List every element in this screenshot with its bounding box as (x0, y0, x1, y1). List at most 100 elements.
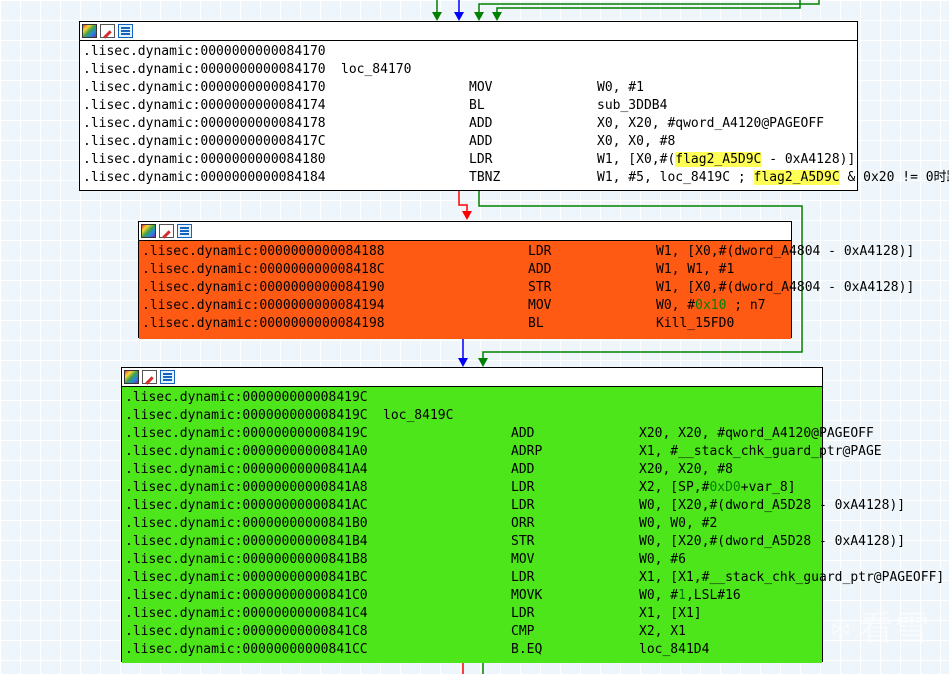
line-mnemonic: LDR (528, 244, 552, 259)
code-block-8419C[interactable]: .lisec.dynamic:000000000008419C .lisec.dy… (121, 367, 944, 663)
color-palette-icon[interactable] (141, 224, 156, 238)
line-operands: X1, [X1,#__stack_chk_guard_ptr@PAGEOFF] (639, 570, 945, 585)
line-mnemonic: MOVK (511, 588, 543, 603)
line-mnemonic: STR (511, 534, 535, 549)
code-line[interactable]: .lisec.dynamic:00000000000841A4 ADD X20, X… (125, 461, 822, 479)
line-operands: X0, X20, #qword_A4120@PAGEOFF (597, 116, 824, 131)
line-address: .lisec.dynamic:00000000000841B4 (125, 534, 368, 549)
code-line[interactable]: .lisec.dynamic:000000000008419C loc_8419C (125, 407, 822, 425)
graph-view-icon[interactable] (177, 224, 192, 238)
code-line[interactable]: .lisec.dynamic:0000000000084184 TBNZ W1, #… (83, 169, 949, 187)
line-mnemonic: LDR (511, 570, 535, 585)
line-operands: W0, #1 (597, 80, 644, 95)
line-label: loc_8419C (383, 408, 454, 423)
code-block-84170[interactable]: .lisec.dynamic:0000000000084170 .lisec.dy… (79, 21, 949, 191)
line-mnemonic: ADD (511, 462, 535, 477)
edit-node-icon[interactable] (142, 370, 157, 384)
node-header (139, 222, 791, 241)
line-operands: sub_3DDB4 (597, 98, 668, 113)
line-label: loc_84170 (341, 62, 412, 77)
code-line[interactable]: .lisec.dynamic:0000000000084194 MOV W0, #0… (142, 297, 791, 315)
line-address: .lisec.dynamic:0000000000084194 (142, 298, 385, 313)
line-address: .lisec.dynamic:00000000000841A0 (125, 444, 368, 459)
line-operands: W0, #6 (639, 552, 686, 567)
line-mnemonic: ADRP (511, 444, 543, 459)
node-header (80, 22, 857, 41)
line-operands: X2, [SP,#0xD0+var_8] (639, 480, 796, 495)
code-line[interactable]: .lisec.dynamic:00000000000841B4 STR W0, [X… (125, 533, 905, 551)
code-line[interactable]: .lisec.dynamic:00000000000841BC LDR X1, [X… (125, 569, 944, 587)
edge-incoming-green-3 (496, 0, 801, 16)
line-mnemonic: MOV (511, 552, 535, 567)
code-line[interactable]: .lisec.dynamic:000000000008419C (125, 389, 822, 407)
graph-view-icon[interactable] (160, 370, 175, 384)
line-mnemonic: STR (528, 280, 552, 295)
code-line[interactable]: .lisec.dynamic:0000000000084170 loc_84170 (83, 61, 857, 79)
node-body: .lisec.dynamic:0000000000084188 LDR W1, [X… (139, 241, 914, 339)
edge-arrowhead (454, 12, 464, 21)
line-operands: W0, [X20,#(dword_A5D28 - 0xA4128)] (639, 498, 906, 513)
edge-arrowhead (478, 358, 488, 367)
code-line[interactable]: .lisec.dynamic:0000000000084180 LDR W1, [X… (83, 151, 857, 169)
line-mnemonic: ADD (469, 116, 493, 131)
line-operands: X1, [X1] (639, 606, 702, 621)
code-line[interactable]: .lisec.dynamic:00000000000841A8 LDR X2, [S… (125, 479, 822, 497)
edge-arrowhead (458, 358, 468, 367)
edit-node-icon[interactable] (159, 224, 174, 238)
line-address: .lisec.dynamic:0000000000084170 (83, 44, 326, 59)
line-mnemonic: TBNZ (469, 170, 501, 185)
code-line[interactable]: .lisec.dynamic:00000000000841C8 CMP X2, X1 (125, 623, 822, 641)
watermark: ❄ 看雪 (828, 601, 931, 650)
line-address: .lisec.dynamic:00000000000841CC (125, 642, 368, 657)
line-mnemonic: LDR (511, 606, 535, 621)
code-line[interactable]: .lisec.dynamic:000000000008419C ADD X20, X… (125, 425, 874, 443)
code-line[interactable]: .lisec.dynamic:000000000008418C ADD W1, W1… (142, 261, 791, 279)
code-line[interactable]: .lisec.dynamic:0000000000084188 LDR W1, [X… (142, 243, 914, 261)
line-address: .lisec.dynamic:000000000008419C (125, 408, 368, 423)
line-mnemonic: MOV (469, 80, 493, 95)
line-address: .lisec.dynamic:0000000000084188 (142, 244, 385, 259)
color-palette-icon[interactable] (82, 24, 97, 38)
code-line[interactable]: .lisec.dynamic:00000000000841A0 ADRP X1, #… (125, 443, 882, 461)
watermark-text: 看雪 (859, 609, 931, 649)
code-line[interactable]: .lisec.dynamic:00000000000841B0 ORR W0, W0… (125, 515, 822, 533)
line-address: .lisec.dynamic:00000000000841C4 (125, 606, 368, 621)
edit-node-icon[interactable] (100, 24, 115, 38)
code-line[interactable]: .lisec.dynamic:00000000000841AC LDR W0, [X… (125, 497, 905, 515)
line-operands: W1, W1, #1 (656, 262, 735, 277)
code-line[interactable]: .lisec.dynamic:00000000000841C0 MOVK W0, #… (125, 587, 822, 605)
line-operands: W1, [X0,#(dword_A4804 - 0xA4128)] (656, 280, 915, 295)
node-body: .lisec.dynamic:000000000008419C .lisec.dy… (122, 387, 944, 663)
code-line[interactable]: .lisec.dynamic:00000000000841C4 LDR X1, [X… (125, 605, 822, 623)
line-operands: loc_841D4 (639, 642, 710, 657)
code-line[interactable]: .lisec.dynamic:0000000000084174 BL sub_3DD… (83, 97, 857, 115)
code-line[interactable]: .lisec.dynamic:0000000000084190 STR W1, [X… (142, 279, 914, 297)
line-address: .lisec.dynamic:0000000000084180 (83, 152, 326, 167)
line-address: .lisec.dynamic:00000000000841A4 (125, 462, 368, 477)
code-line[interactable]: .lisec.dynamic:00000000000841CC B.EQ loc_8… (125, 641, 822, 659)
line-mnemonic: ORR (511, 516, 535, 531)
line-operands: W0, W0, #2 (639, 516, 718, 531)
graph-view-icon[interactable] (118, 24, 133, 38)
line-address: .lisec.dynamic:000000000008417C (83, 134, 326, 149)
edge-arrowhead (462, 211, 472, 220)
snowflake-logo-icon: ❄ (827, 613, 855, 648)
code-line[interactable]: .lisec.dynamic:0000000000084178 ADD X0, X2… (83, 115, 857, 133)
line-operands: W0, #1,LSL#16 (639, 588, 741, 603)
line-address: .lisec.dynamic:00000000000841A8 (125, 480, 368, 495)
line-mnemonic: LDR (511, 498, 535, 513)
line-address: .lisec.dynamic:000000000008419C (125, 426, 368, 441)
code-line[interactable]: .lisec.dynamic:00000000000841B8 MOV W0, #6 (125, 551, 822, 569)
line-mnemonic: ADD (511, 426, 535, 441)
code-line[interactable]: .lisec.dynamic:0000000000084170 MOV W0, #1 (83, 79, 857, 97)
code-line[interactable]: .lisec.dynamic:0000000000084170 (83, 43, 857, 61)
line-mnemonic: CMP (511, 624, 535, 639)
color-palette-icon[interactable] (124, 370, 139, 384)
line-operands: X20, X20, #qword_A4120@PAGEOFF (639, 426, 874, 441)
code-line[interactable]: .lisec.dynamic:0000000000084198 BL Kill_15… (142, 315, 791, 333)
line-operands: Kill_15FD0 (656, 316, 735, 331)
code-block-84188[interactable]: .lisec.dynamic:0000000000084188 LDR W1, [X… (138, 221, 914, 339)
code-line[interactable]: .lisec.dynamic:000000000008417C ADD X0, X0… (83, 133, 857, 151)
line-address: .lisec.dynamic:0000000000084184 (83, 170, 326, 185)
line-operands: W1, #5, loc_8419C ; flag2_A5D9C & 0x20 !… (597, 170, 949, 185)
